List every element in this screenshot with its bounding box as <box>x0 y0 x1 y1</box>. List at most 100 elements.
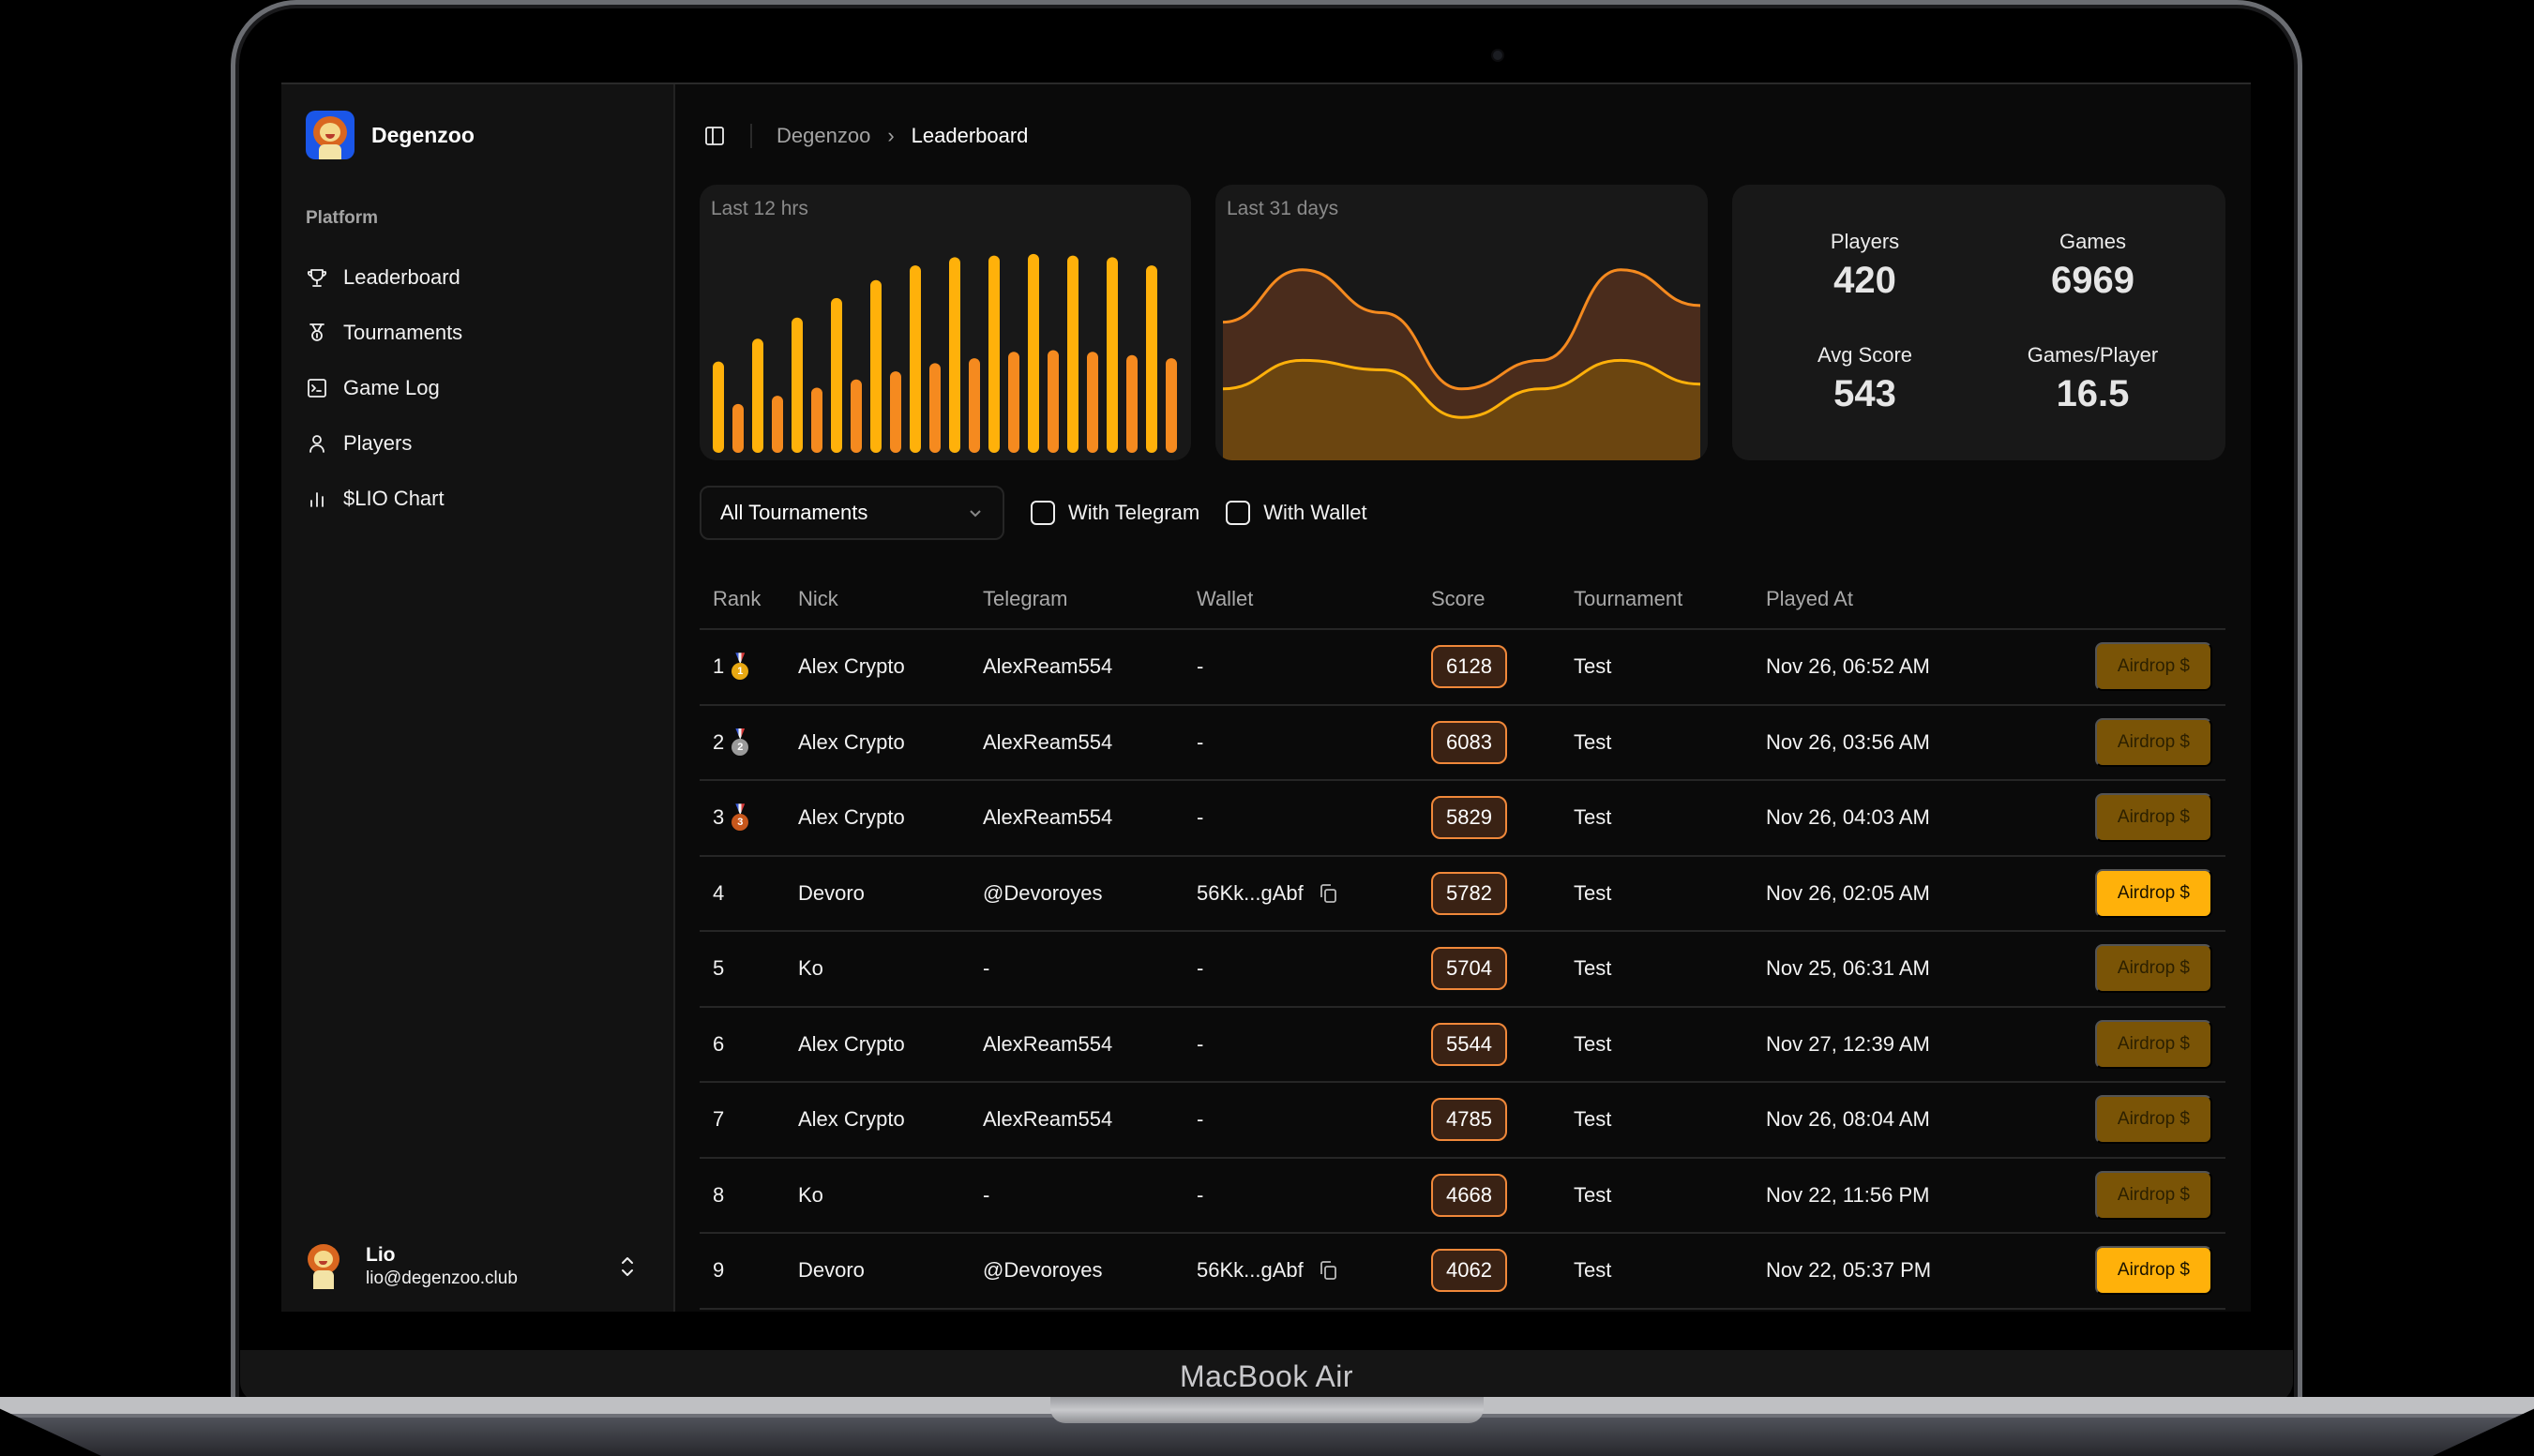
checkbox-box[interactable] <box>1031 501 1055 525</box>
chevrons-up-down-icon[interactable] <box>617 1254 638 1279</box>
area-chart-card: Last 31 days <box>1215 185 1708 460</box>
cell-wallet: - <box>1197 730 1431 755</box>
cell-score: 5829 <box>1431 796 1574 840</box>
sidebar-item-tournaments[interactable]: Tournaments <box>306 305 653 360</box>
cell-wallet: - <box>1197 1107 1431 1132</box>
rank-value: 8 <box>713 1182 725 1207</box>
header-telegram[interactable]: Telegram <box>983 587 1197 611</box>
table-row[interactable]: 5 Ko - - 5704 Test Nov 25, 06:31 AM Airdrop $ <box>700 932 2225 1008</box>
header-played-at[interactable]: Played At <box>1766 587 2085 611</box>
rank-value: 1 <box>713 654 725 679</box>
cell-nick: Alex Crypto <box>798 729 905 754</box>
bar-secondary-4 <box>851 379 862 453</box>
medal-icon <box>309 323 324 341</box>
app-header[interactable]: Degenzoo <box>306 111 475 159</box>
with-wallet-checkbox[interactable]: With Wallet <box>1226 501 1367 525</box>
score-badge: 5704 <box>1431 947 1507 991</box>
sidebar: Degenzoo Platform Leaderboard Tournament… <box>281 84 675 1312</box>
airdrop-button[interactable]: Airdrop $ <box>2094 1246 2212 1296</box>
bar-chart-card: Last 12 hrs <box>700 185 1191 460</box>
cell-tournament: Test <box>1574 729 1612 754</box>
tournament-select[interactable]: All Tournaments <box>700 486 1004 540</box>
bar-primary-10 <box>1067 255 1078 453</box>
stat-value: 16.5 <box>2056 373 2130 414</box>
cell-telegram: AlexReam554 <box>983 729 1113 754</box>
table-row[interactable]: 2 2 Alex Crypto AlexReam554-6083 Test Nov 26,… <box>700 706 2225 781</box>
airdrop-button[interactable]: Airdrop $ <box>2094 1170 2212 1220</box>
bar-primary-4 <box>831 297 842 453</box>
app-name: Degenzoo <box>371 122 475 147</box>
sidebar-section-label: Platform <box>306 208 379 228</box>
rank-value: 7 <box>713 1107 725 1132</box>
table-row[interactable]: 8 Ko - - 4668 Test Nov 22, 11:56 PM Airdrop $ <box>700 1159 2225 1234</box>
header-tournament[interactable]: Tournament <box>1574 587 1766 611</box>
wallet-value: - <box>1197 805 1204 830</box>
cell-wallet: - <box>1197 956 1431 981</box>
cell-score: 5704 <box>1431 947 1574 991</box>
breadcrumb-root[interactable]: Degenzoo <box>777 124 870 148</box>
airdrop-button[interactable]: Airdrop $ <box>2094 717 2212 767</box>
header-rank[interactable]: Rank <box>700 587 798 611</box>
airdrop-button[interactable]: Airdrop $ <box>2094 642 2212 692</box>
bar-primary-6 <box>910 265 921 453</box>
checkbox-box[interactable] <box>1226 501 1251 525</box>
header-score[interactable]: Score <box>1431 587 1574 611</box>
airdrop-button[interactable]: Airdrop $ <box>2094 944 2212 994</box>
table-row[interactable]: 9 Devoro @Devoroyes 56Kk...gAbf 4062 Test Nov … <box>700 1234 2225 1310</box>
user-name: Lio <box>366 1244 396 1266</box>
bar-secondary-8 <box>1008 352 1019 453</box>
wallet-value: - <box>1197 1107 1204 1132</box>
rank-value: 5 <box>713 956 725 981</box>
airdrop-button[interactable]: Airdrop $ <box>2094 793 2212 843</box>
cell-action: Airdrop $ <box>2085 868 2225 918</box>
divider <box>750 124 752 148</box>
sidebar-item-leaderboard[interactable]: Leaderboard <box>306 249 653 305</box>
checkbox-label: With Wallet <box>1263 501 1367 524</box>
stat-label: Games <box>2059 230 2126 253</box>
sidebar-item-game-log[interactable]: Game Log <box>306 360 653 415</box>
cell-tournament: Test <box>1574 1107 1612 1132</box>
table-row[interactable]: 3 3 Alex Crypto AlexReam554-5829 Test Nov 26,… <box>700 781 2225 857</box>
bar-secondary-7 <box>969 358 980 453</box>
bar-secondary-5 <box>890 371 901 453</box>
stat-label: Games/Player <box>2027 343 2159 367</box>
stat-games: Games 6969 <box>1979 209 2207 323</box>
airdrop-button[interactable]: Airdrop $ <box>2094 1019 2212 1069</box>
copy-icon[interactable] <box>1317 1259 1339 1282</box>
cell-rank: 8 <box>700 1183 798 1208</box>
airdrop-button[interactable]: Airdrop $ <box>2094 1095 2212 1145</box>
stat-value: 543 <box>1833 373 1896 414</box>
bar-chart <box>713 253 1177 453</box>
sidebar-item-players[interactable]: Players <box>306 415 653 471</box>
stat-label: Players <box>1830 230 1900 253</box>
cell-action: Airdrop $ <box>2085 642 2225 692</box>
header-nick[interactable]: Nick <box>798 587 983 611</box>
score-badge: 4785 <box>1431 1098 1507 1142</box>
cell-rank: 11 <box>700 653 798 681</box>
score-badge: 5782 <box>1431 871 1507 915</box>
cell-telegram: @Devoroyes <box>983 1258 1103 1283</box>
sidebar-toggle-icon[interactable] <box>703 125 726 147</box>
table-row[interactable]: 1 1 Alex Crypto AlexReam554-6128 Test Nov 26,… <box>700 630 2225 706</box>
header-wallet[interactable]: Wallet <box>1197 587 1431 611</box>
table-row[interactable]: 7 Alex Crypto AlexReam554 - 4785 Test Nov 26, … <box>700 1083 2225 1159</box>
table-row[interactable]: 6 Alex Crypto AlexReam554 - 5544 Test Nov 27, … <box>700 1008 2225 1083</box>
table-row[interactable]: 4 Devoro @Devoroyes 56Kk...gAbf 5782 Test Nov … <box>700 857 2225 932</box>
airdrop-button[interactable]: Airdrop $ <box>2094 868 2212 918</box>
stat-value: 420 <box>1833 260 1896 301</box>
wallet-value: - <box>1197 729 1204 754</box>
cell-action: Airdrop $ <box>2085 793 2225 843</box>
chevron-down-icon <box>970 510 981 518</box>
cell-rank: 7 <box>700 1107 798 1132</box>
tournament-select-value: All Tournaments <box>720 501 868 524</box>
score-badge: 4062 <box>1431 1249 1507 1293</box>
with-telegram-checkbox[interactable]: With Telegram <box>1031 501 1199 525</box>
sidebar-item-lio-chart[interactable]: $LIO Chart <box>306 471 653 526</box>
user-menu[interactable]: Lio lio@degenzoo.club <box>306 1234 653 1299</box>
copy-icon[interactable] <box>1317 882 1339 905</box>
cell-played-at: Nov 22, 05:37 PM <box>1766 1258 1932 1283</box>
topbar: Degenzoo › Leaderboard <box>703 122 1028 150</box>
cell-tournament: Test <box>1574 956 1612 981</box>
cell-tournament: Test <box>1574 1258 1612 1283</box>
cell-wallet: 56Kk...gAbf <box>1197 1258 1431 1283</box>
